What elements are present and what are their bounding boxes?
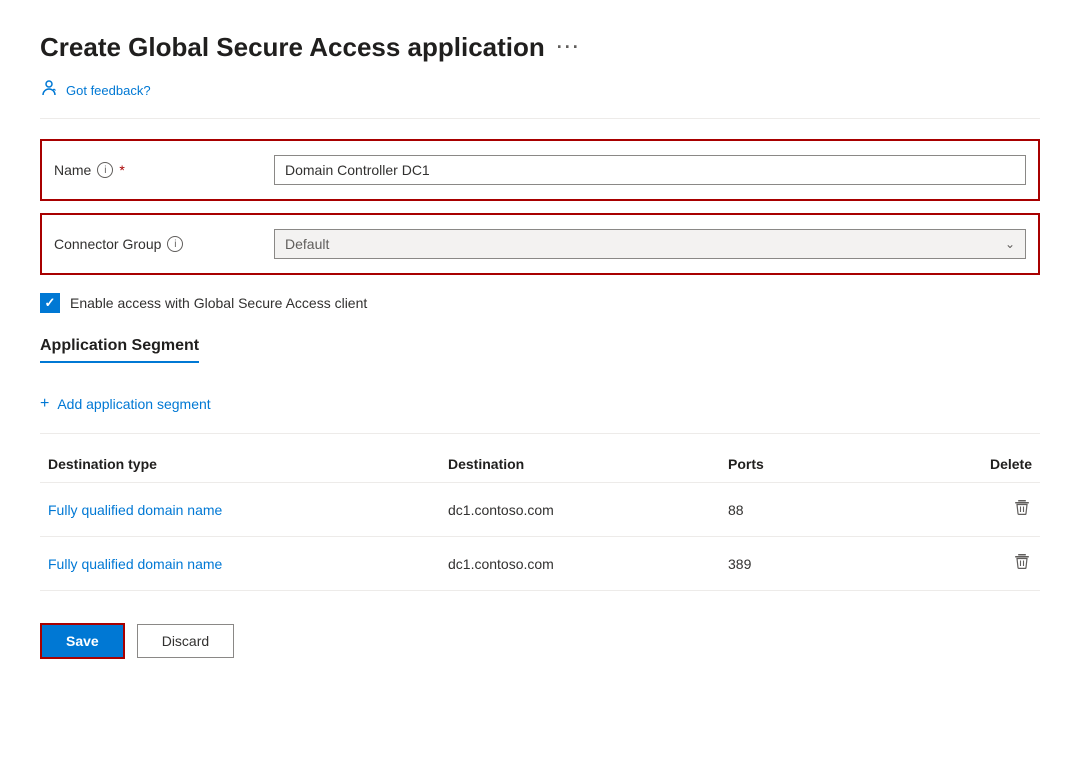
checkmark-icon: ✓ bbox=[45, 295, 56, 311]
plus-icon: + bbox=[40, 395, 49, 413]
dest-type-link-1[interactable]: Fully qualified domain name bbox=[48, 556, 222, 572]
actions-row: Save Discard bbox=[40, 623, 1040, 659]
dest-type-link-0[interactable]: Fully qualified domain name bbox=[48, 502, 222, 518]
page-title-row: Create Global Secure Access application … bbox=[40, 32, 1040, 63]
delete-button-1[interactable] bbox=[1012, 551, 1032, 576]
form-section: Name i * Connector Group i Default ⌄ bbox=[40, 139, 1040, 275]
col-header-ports: Ports bbox=[720, 446, 870, 483]
destination-cell-1: dc1.contoso.com bbox=[440, 537, 720, 591]
delete-button-0[interactable] bbox=[1012, 497, 1032, 522]
dest-type-cell-0: Fully qualified domain name bbox=[40, 483, 440, 537]
feedback-row: Got feedback? bbox=[40, 79, 1040, 119]
table-row: Fully qualified domain name dc1.contoso.… bbox=[40, 483, 1040, 537]
table-header-row: Destination type Destination Ports Delet… bbox=[40, 446, 1040, 483]
name-input[interactable] bbox=[274, 155, 1026, 185]
table-divider bbox=[40, 433, 1040, 434]
discard-button[interactable]: Discard bbox=[137, 624, 234, 658]
col-header-dest-type: Destination type bbox=[40, 446, 440, 483]
connector-group-dropdown[interactable]: Default ⌄ bbox=[274, 229, 1026, 259]
connector-group-row: Connector Group i Default ⌄ bbox=[40, 213, 1040, 275]
delete-cell-0 bbox=[870, 483, 1040, 537]
feedback-person-icon bbox=[40, 79, 58, 102]
table-header: Destination type Destination Ports Delet… bbox=[40, 446, 1040, 483]
add-segment-container: + Add application segment bbox=[40, 395, 1040, 413]
table-row: Fully qualified domain name dc1.contoso.… bbox=[40, 537, 1040, 591]
name-info-icon[interactable]: i bbox=[97, 162, 113, 178]
connector-group-value: Default bbox=[285, 236, 1005, 252]
chevron-down-icon: ⌄ bbox=[1005, 237, 1015, 251]
checkbox-label: Enable access with Global Secure Access … bbox=[70, 295, 367, 311]
connector-info-icon[interactable]: i bbox=[167, 236, 183, 252]
ports-cell-1: 389 bbox=[720, 537, 870, 591]
name-field-row: Name i * bbox=[40, 139, 1040, 201]
ellipsis-button[interactable]: ··· bbox=[557, 37, 581, 58]
application-segment-section: Application Segment + Add application se… bbox=[40, 337, 1040, 591]
save-button[interactable]: Save bbox=[40, 623, 125, 659]
col-header-destination: Destination bbox=[440, 446, 720, 483]
dest-type-cell-1: Fully qualified domain name bbox=[40, 537, 440, 591]
section-title: Application Segment bbox=[40, 337, 199, 363]
page-title: Create Global Secure Access application bbox=[40, 32, 545, 63]
ports-cell-0: 88 bbox=[720, 483, 870, 537]
col-header-delete: Delete bbox=[870, 446, 1040, 483]
checkbox-row: ✓ Enable access with Global Secure Acces… bbox=[40, 293, 1040, 313]
destination-cell-0: dc1.contoso.com bbox=[440, 483, 720, 537]
name-label: Name i * bbox=[54, 162, 274, 178]
name-required-star: * bbox=[119, 162, 124, 178]
table-body: Fully qualified domain name dc1.contoso.… bbox=[40, 483, 1040, 591]
connector-label: Connector Group i bbox=[54, 236, 274, 252]
feedback-link[interactable]: Got feedback? bbox=[66, 83, 151, 98]
add-segment-button[interactable]: + Add application segment bbox=[40, 395, 211, 413]
delete-cell-1 bbox=[870, 537, 1040, 591]
add-segment-label: Add application segment bbox=[57, 396, 210, 412]
enable-access-checkbox[interactable]: ✓ bbox=[40, 293, 60, 313]
segments-table: Destination type Destination Ports Delet… bbox=[40, 446, 1040, 591]
